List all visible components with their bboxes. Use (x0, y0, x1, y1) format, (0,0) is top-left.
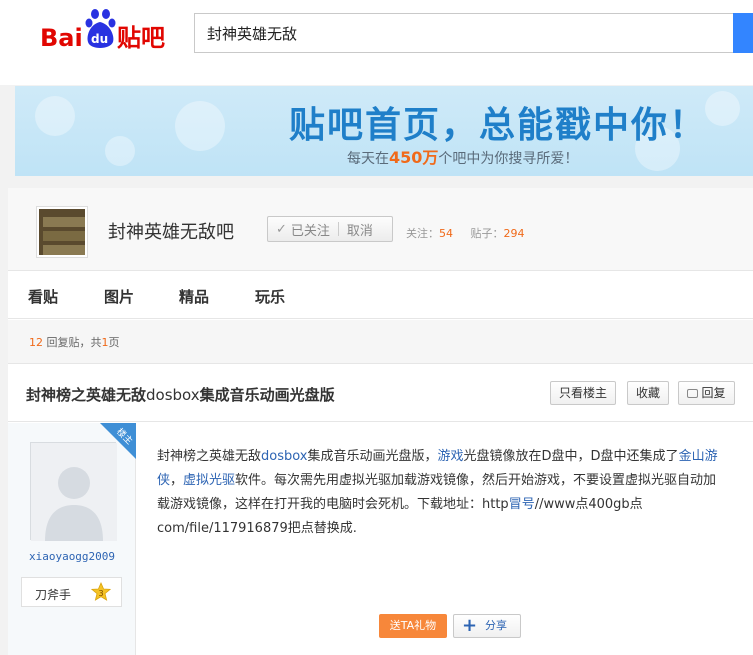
tab-fun[interactable]: 玩乐 (255, 286, 285, 307)
banner-sub-after: 个吧中为你搜寻所爱！ (438, 151, 579, 167)
banner-subtitle: 每天在450万个吧中为你搜寻所爱！ (347, 144, 578, 168)
search-button[interactable] (733, 13, 753, 53)
only-op-button[interactable]: 只看楼主 (550, 381, 616, 405)
rank-label: 刀斧手 (35, 588, 72, 602)
tab-images[interactable]: 图片 (104, 286, 134, 307)
send-gift-button[interactable]: 送TA礼物 (379, 614, 447, 638)
promo-banner[interactable]: 贴吧首页，总能戳中你！ 每天在450万个吧中为你搜寻所爱！ (15, 86, 753, 176)
thread-header: 封神榜之英雄无敌dosbox集成音乐动画光盘版 只看楼主 收藏 回复 (8, 365, 753, 422)
star-icon: 3 (91, 582, 111, 601)
post-text: ， (170, 473, 184, 488)
collect-button[interactable]: 收藏 (627, 381, 669, 405)
thread-title-part: dosbox (146, 386, 200, 404)
forum-avatar[interactable] (37, 207, 87, 257)
banner-title: 贴吧首页，总能戳中你！ (289, 105, 708, 146)
forum-tabs: 看贴 图片 精品 玩乐 (8, 272, 753, 319)
forum-card: 封神英雄无敌吧 ✓ 已关注 取消 关注：54 贴子：294 看贴 图片 精品 玩… (8, 188, 753, 655)
thread-title-part: 集成音乐动画光盘版 (199, 386, 335, 404)
rank-badge[interactable]: 刀斧手 3 (21, 577, 122, 607)
post-link[interactable]: dosbox (261, 449, 307, 464)
plus-icon: + (462, 615, 478, 636)
posts-label: 贴子： (470, 227, 504, 240)
logo-text-tieba: 贴吧 (117, 24, 165, 52)
post-text: 光盘镜像放在D盘中，D盘中还集成了 (463, 449, 679, 464)
share-label: 分享 (485, 619, 507, 632)
reply-count-bar: 12 回复贴，共1页 (8, 320, 753, 364)
forum-header: 封神英雄无敌吧 ✓ 已关注 取消 关注：54 贴子：294 (8, 188, 753, 271)
unfollow-button[interactable]: 取消 (347, 220, 373, 239)
post-text: 集成音乐动画光盘版， (307, 449, 438, 464)
follow-label: 已关注 (290, 223, 330, 239)
author-name[interactable]: xiaoyaogg2009 (8, 550, 136, 563)
post-text: 封神榜之英雄无敌 (157, 449, 262, 464)
reply-label: 回复 (701, 386, 726, 400)
top-header: Bai du 贴吧 (0, 0, 753, 85)
reply-button[interactable]: 回复 (678, 381, 735, 405)
banner-sub-before: 每天在 (347, 151, 389, 167)
tab-featured[interactable]: 精品 (179, 286, 209, 307)
page-count: 1 (101, 336, 109, 349)
post-link[interactable]: 游戏 (438, 449, 464, 464)
search-input[interactable] (194, 13, 734, 53)
post-link[interactable]: 虚拟光驱 (183, 473, 235, 488)
rank-level: 3 (98, 589, 103, 598)
page-text: 页 (108, 336, 120, 349)
followers-label: 关注： (406, 227, 439, 240)
baidu-tieba-logo[interactable]: Bai du 贴吧 (40, 6, 180, 56)
divider (337, 222, 339, 236)
followers-count: 54 (439, 227, 453, 240)
banner-decoration (705, 91, 740, 126)
thread-title: 封神榜之英雄无敌dosbox集成音乐动画光盘版 (26, 384, 335, 405)
banner-decoration (105, 136, 135, 166)
posts-count: 294 (503, 227, 525, 240)
follow-button[interactable]: ✓ 已关注 取消 (267, 216, 393, 242)
reply-count: 12 (29, 336, 43, 349)
tab-posts[interactable]: 看贴 (28, 286, 58, 307)
share-button[interactable]: + 分享 (453, 614, 521, 638)
banner-decoration (175, 101, 225, 151)
check-icon: ✓ (276, 221, 287, 237)
op-corner-badge: 楼主 (100, 423, 136, 459)
forum-stats: 关注：54 贴子：294 (406, 225, 524, 241)
logo-text-bai: Bai (40, 24, 83, 52)
reply-text: 回复贴，共 (46, 336, 102, 349)
banner-sub-highlight: 450万 (389, 148, 439, 167)
logo-text-du: du (91, 32, 108, 46)
post-content: 封神榜之英雄无敌dosbox集成音乐动画光盘版，游戏光盘镜像放在D盘中，D盘中还… (157, 445, 727, 541)
reply-icon (687, 389, 699, 398)
thread-title-part: 封神榜之英雄无敌 (26, 386, 147, 404)
banner-decoration (35, 96, 75, 136)
post-link[interactable]: 冒号 (509, 497, 535, 512)
forum-name[interactable]: 封神英雄无敌吧 (108, 218, 234, 244)
